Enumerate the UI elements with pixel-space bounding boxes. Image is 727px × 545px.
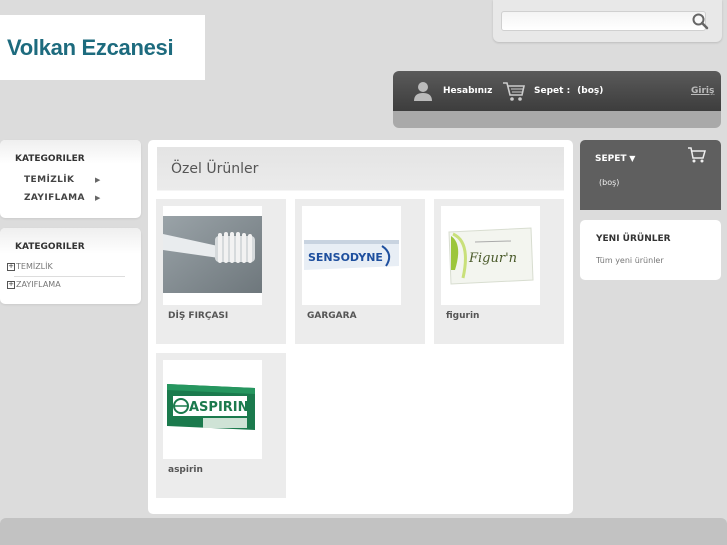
- product-name[interactable]: GARGARA: [307, 311, 357, 321]
- product-image-figurin[interactable]: Figur'n: [441, 206, 540, 305]
- category-item-zayiflama[interactable]: ZAYIFLAMA: [24, 193, 85, 203]
- cart-link[interactable]: Sepet : (boş): [502, 71, 603, 111]
- category-tree-title: KATEGORILER: [15, 242, 85, 252]
- divider: [14, 276, 125, 277]
- product-card[interactable]: SENSODYNE GARGARA: [295, 199, 425, 344]
- cart-status: (boş): [577, 86, 604, 96]
- product-name[interactable]: figurin: [446, 311, 479, 321]
- tree-item-zayiflama[interactable]: + ZAYIFLAMA: [7, 280, 61, 289]
- cart-icon[interactable]: [687, 146, 707, 164]
- product-card[interactable]: ASPIRIN aspirin: [156, 353, 286, 498]
- figurin-box-image: Figur'n: [448, 227, 534, 285]
- expand-icon[interactable]: +: [7, 262, 15, 271]
- category-item-temizlik[interactable]: TEMİZLİK: [24, 175, 74, 185]
- product-name[interactable]: DİŞ FIRÇASI: [168, 311, 228, 321]
- product-image-toothbrush[interactable]: [163, 206, 262, 305]
- aspirin-box-image: ASPIRIN: [167, 384, 255, 430]
- search-input[interactable]: [501, 11, 706, 31]
- chevron-right-icon: ▶: [95, 176, 101, 184]
- new-products-title: YENI ÜRÜNLER: [596, 234, 671, 244]
- category-menu: KATEGORILER TEMİZLİK ▶ ZAYIFLAMA ▶: [0, 140, 141, 218]
- logo-text: Volkan Ezcanesi: [7, 34, 174, 60]
- all-new-products-link[interactable]: Tüm yeni ürünler: [596, 256, 664, 265]
- cart-panel-status: (boş): [599, 178, 620, 187]
- sensodyne-box-image: SENSODYNE: [304, 240, 399, 270]
- new-products-panel: YENI ÜRÜNLER Tüm yeni ürünler: [580, 220, 721, 280]
- section-title: Özel Ürünler: [171, 161, 259, 177]
- featured-products: Özel Ürünler DİŞ FIRÇASI SENSODYNE GARGA…: [148, 140, 573, 514]
- account-bar: Hesabınız Sepet : (boş) Giriş: [393, 71, 721, 128]
- cart-panel: SEPET ▼ (boş): [580, 140, 721, 210]
- product-image-aspirin[interactable]: ASPIRIN: [163, 360, 262, 459]
- login-link[interactable]: Giriş: [691, 86, 714, 96]
- tree-item-temizlik[interactable]: + TEMİZLİK: [7, 262, 53, 271]
- category-menu-title: KATEGORILER: [15, 154, 85, 164]
- product-image-gargara[interactable]: SENSODYNE: [302, 206, 401, 305]
- section-header: Özel Ürünler: [157, 147, 564, 191]
- cart-icon: [503, 82, 525, 101]
- caret-down-icon: ▼: [626, 154, 636, 163]
- cart-label: Sepet :: [534, 86, 571, 96]
- cart-panel-title[interactable]: SEPET ▼: [595, 154, 635, 164]
- account-link[interactable]: Hesabınız: [412, 71, 492, 111]
- search-icon[interactable]: [691, 12, 709, 30]
- expand-icon[interactable]: +: [7, 280, 15, 289]
- svg-text:ASPIRIN: ASPIRIN: [189, 400, 249, 415]
- svg-text:Figur'n: Figur'n: [468, 251, 517, 266]
- svg-text:SENSODYNE: SENSODYNE: [308, 251, 383, 264]
- toothbrush-image: [163, 216, 262, 293]
- search-box: [493, 0, 722, 42]
- footer-bar: [0, 518, 727, 545]
- store-logo[interactable]: Volkan Ezcanesi: [0, 15, 205, 80]
- product-card[interactable]: Figur'n figurin: [434, 199, 564, 344]
- account-label: Hesabınız: [443, 86, 493, 96]
- product-name[interactable]: aspirin: [168, 465, 203, 475]
- product-card[interactable]: DİŞ FIRÇASI: [156, 199, 286, 344]
- chevron-right-icon: ▶: [95, 194, 101, 202]
- user-icon: [414, 82, 432, 101]
- category-tree: KATEGORILER + TEMİZLİK + ZAYIFLAMA: [0, 228, 141, 304]
- account-subbar: [393, 111, 721, 128]
